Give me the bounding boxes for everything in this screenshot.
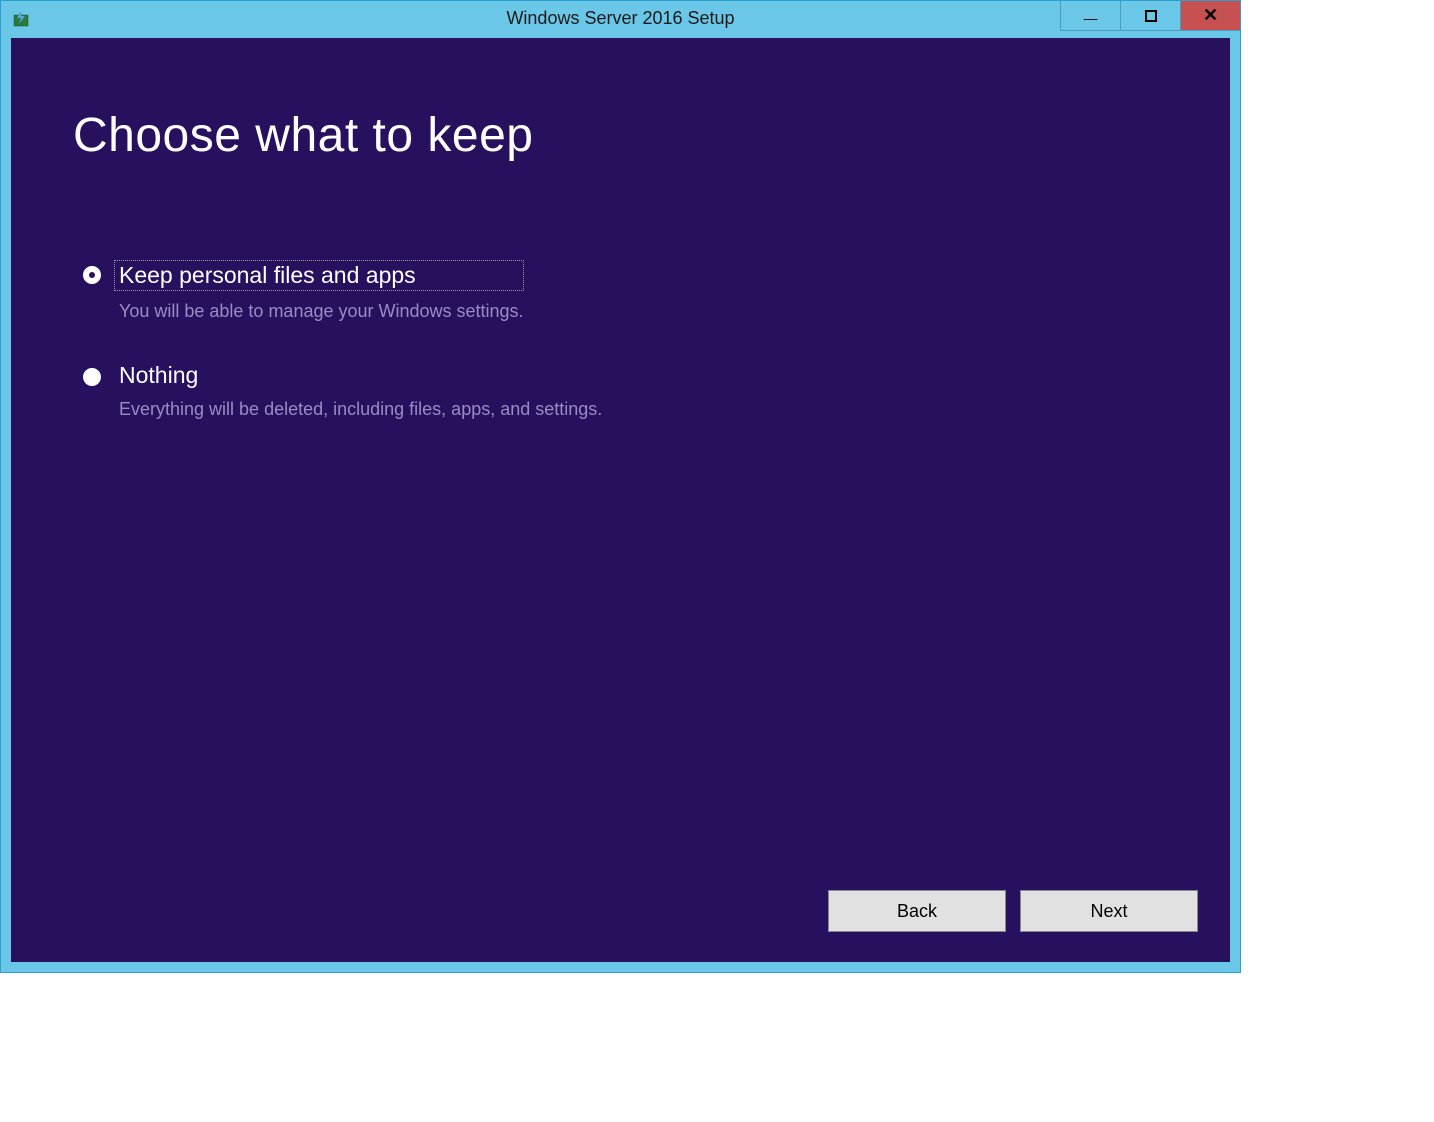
button-bar: Back Next bbox=[828, 890, 1198, 932]
radio-nothing[interactable] bbox=[83, 368, 101, 386]
option-text: Keep personal files and apps You will be… bbox=[119, 260, 524, 322]
window-controls: _ ✕ bbox=[1060, 1, 1240, 31]
option-label: Nothing bbox=[119, 362, 602, 389]
back-button[interactable]: Back bbox=[828, 890, 1006, 932]
setup-window: Windows Server 2016 Setup _ ✕ Choose wha… bbox=[0, 0, 1241, 973]
content-area: Choose what to keep Keep personal files … bbox=[11, 38, 1230, 962]
option-description: Everything will be deleted, including fi… bbox=[119, 399, 602, 420]
setup-icon bbox=[13, 10, 31, 28]
window-title: Windows Server 2016 Setup bbox=[506, 8, 734, 29]
maximize-button[interactable] bbox=[1120, 1, 1180, 31]
minimize-button[interactable]: _ bbox=[1060, 1, 1120, 31]
page-heading: Choose what to keep bbox=[73, 108, 533, 163]
option-label: Keep personal files and apps bbox=[114, 260, 524, 291]
close-button[interactable]: ✕ bbox=[1180, 1, 1240, 31]
option-keep-files[interactable]: Keep personal files and apps You will be… bbox=[83, 260, 602, 322]
option-text: Nothing Everything will be deleted, incl… bbox=[119, 362, 602, 420]
option-description: You will be able to manage your Windows … bbox=[119, 301, 524, 322]
option-nothing[interactable]: Nothing Everything will be deleted, incl… bbox=[83, 362, 602, 420]
titlebar: Windows Server 2016 Setup _ ✕ bbox=[1, 1, 1240, 36]
next-button[interactable]: Next bbox=[1020, 890, 1198, 932]
options-group: Keep personal files and apps You will be… bbox=[83, 260, 602, 460]
radio-keep-files[interactable] bbox=[83, 266, 101, 284]
